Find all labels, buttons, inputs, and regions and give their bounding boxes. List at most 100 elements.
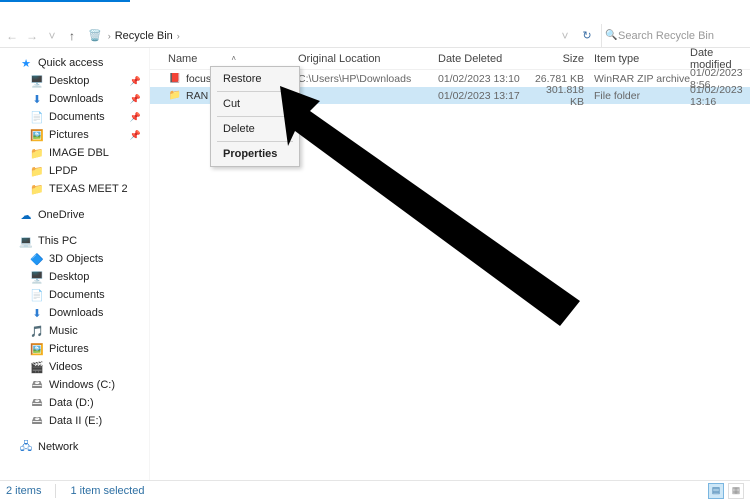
status-bar: 2 items 1 item selected ▤ ▦: [0, 480, 750, 500]
breadcrumb-sep: ›: [177, 31, 180, 41]
column-deleted[interactable]: Date Deleted: [438, 53, 534, 65]
desktop-icon: 🖥️: [30, 271, 44, 284]
star-icon: ★: [19, 57, 33, 70]
sidebar-label: This PC: [38, 235, 77, 247]
menu-restore[interactable]: Restore: [213, 69, 297, 89]
menu-cut[interactable]: Cut: [213, 94, 297, 114]
search-placeholder: Search Recycle Bin: [618, 30, 714, 42]
folder-icon: 📁: [30, 147, 44, 160]
pin-icon: 📌: [130, 112, 141, 123]
desktop-icon: 🖥️: [30, 75, 44, 88]
file-deleted: 01/02/2023 13:10: [438, 73, 534, 85]
sidebar-network[interactable]: 🖧 Network: [0, 438, 149, 456]
menu-delete[interactable]: Delete: [213, 119, 297, 139]
sidebar-quick-access[interactable]: ★ Quick access: [0, 54, 149, 72]
view-large-button[interactable]: ▦: [728, 483, 744, 499]
view-details-button[interactable]: ▤: [708, 483, 724, 499]
3d-icon: 🔷: [30, 253, 44, 266]
sidebar-item-label: Desktop: [49, 75, 89, 87]
sidebar-item-label: Windows (C:): [49, 379, 115, 391]
sidebar-onedrive[interactable]: ☁ OneDrive: [0, 206, 149, 224]
up-button[interactable]: ↑: [64, 29, 80, 43]
menu-properties[interactable]: Properties: [213, 144, 297, 164]
column-type[interactable]: Item type: [594, 53, 690, 65]
pin-icon: 📌: [130, 94, 141, 105]
file-type: WinRAR ZIP archive: [594, 73, 690, 85]
file-original: C:\Users\HP\Downloads: [298, 73, 438, 85]
sidebar-item-desktop[interactable]: 🖥️Desktop📌: [0, 72, 149, 90]
sort-asc-icon: ˄: [231, 54, 236, 63]
folder-icon: 📁: [30, 183, 44, 196]
column-size[interactable]: Size: [534, 53, 594, 65]
file-deleted: 01/02/2023 13:17: [438, 90, 534, 102]
sidebar-item-folder[interactable]: 📁TEXAS MEET 2: [0, 180, 149, 198]
sidebar-item-desktop[interactable]: 🖥️ Desktop: [0, 268, 149, 286]
sidebar-item-label: Pictures: [49, 129, 89, 141]
refresh-button[interactable]: ↻: [577, 29, 597, 42]
pictures-icon: 🖼️: [30, 343, 44, 356]
sidebar-item-music[interactable]: 🎵Music: [0, 322, 149, 340]
downloads-icon: ⬇: [30, 93, 44, 106]
sidebar-item-label: Downloads: [49, 307, 103, 319]
sidebar-label: Quick access: [38, 57, 103, 69]
sidebar-thispc[interactable]: 💻 This PC: [0, 232, 149, 250]
sidebar-item-folder[interactable]: 📁IMAGE DBL: [0, 144, 149, 162]
music-icon: 🎵: [30, 325, 44, 338]
sidebar-item-folder[interactable]: 📁LPDP: [0, 162, 149, 180]
documents-icon: 📄: [30, 111, 44, 124]
breadcrumb-sep: ›: [108, 31, 111, 41]
sidebar-item-label: 3D Objects: [49, 253, 103, 265]
sidebar-item-label: Desktop: [49, 271, 89, 283]
annotation-arrow: [250, 76, 610, 336]
pin-icon: 📌: [130, 130, 141, 141]
sidebar-item-drive-d[interactable]: 🖴 Data (D:): [0, 394, 149, 412]
drive-icon: 🖴: [30, 412, 44, 431]
sidebar-label: OneDrive: [38, 209, 84, 221]
sidebar-item-label: Documents: [49, 289, 105, 301]
file-type: File folder: [594, 90, 690, 102]
menu-separator: [217, 116, 293, 117]
sidebar-item-3d[interactable]: 🔷 3D Objects: [0, 250, 149, 268]
back-button[interactable]: ←: [4, 29, 20, 43]
file-size: 301.818 KB: [534, 84, 594, 108]
forward-button[interactable]: →: [24, 29, 40, 43]
breadcrumb[interactable]: 🗑️ › Recycle Bin ›: [84, 29, 553, 42]
pictures-icon: 🖼️: [30, 129, 44, 142]
sidebar-item-label: Documents: [49, 111, 105, 123]
videos-icon: 🎬: [30, 361, 44, 374]
breadcrumb-current: Recycle Bin: [115, 30, 173, 42]
sidebar-item-downloads[interactable]: ⬇Downloads📌: [0, 90, 149, 108]
column-original[interactable]: Original Location: [298, 53, 438, 65]
sidebar-item-videos[interactable]: 🎬Videos: [0, 358, 149, 376]
search-icon: 🔍: [605, 30, 617, 41]
downloads-icon: ⬇: [30, 307, 44, 320]
sidebar-label: Network: [38, 441, 78, 453]
status-count: 2 items: [6, 485, 41, 497]
breadcrumb-dropdown[interactable]: ˅: [557, 29, 573, 43]
column-name[interactable]: Name˄: [168, 53, 298, 65]
thispc-icon: 💻: [19, 235, 33, 248]
nav-toolbar: ← → ˅ ↑ 🗑️ › Recycle Bin › ˅ ↻ 🔍 Search …: [0, 24, 750, 48]
sidebar-item-pictures[interactable]: 🖼️ Pictures: [0, 340, 149, 358]
sidebar-item-label: Data (D:): [49, 397, 94, 409]
sidebar-item-drive-e[interactable]: 🖴Data II (E:): [0, 412, 149, 430]
drive-icon: 🖴: [30, 394, 44, 413]
folder-icon: 📁: [168, 90, 182, 101]
status-selected: 1 item selected: [70, 485, 144, 497]
recent-dropdown[interactable]: ˅: [44, 29, 60, 43]
sidebar-item-downloads[interactable]: ⬇ Downloads: [0, 304, 149, 322]
file-list: Name˄ Original Location Date Deleted Siz…: [150, 48, 750, 480]
documents-icon: 📄: [30, 289, 44, 302]
sidebar-item-label: LPDP: [49, 165, 78, 177]
onedrive-icon: ☁: [19, 209, 33, 222]
sidebar-item-documents[interactable]: 📄 Documents: [0, 286, 149, 304]
window-accent-bar: [0, 0, 130, 2]
sidebar-item-label: Pictures: [49, 343, 89, 355]
sidebar-item-drive-c[interactable]: 🖴Windows (C:): [0, 376, 149, 394]
context-menu: Restore Cut Delete Properties: [210, 66, 300, 167]
menu-separator: [217, 91, 293, 92]
sidebar-item-pictures[interactable]: 🖼️ Pictures 📌: [0, 126, 149, 144]
sidebar-item-documents[interactable]: 📄 Documents 📌: [0, 108, 149, 126]
network-icon: 🖧: [19, 438, 33, 457]
search-input[interactable]: 🔍 Search Recycle Bin: [601, 24, 746, 47]
